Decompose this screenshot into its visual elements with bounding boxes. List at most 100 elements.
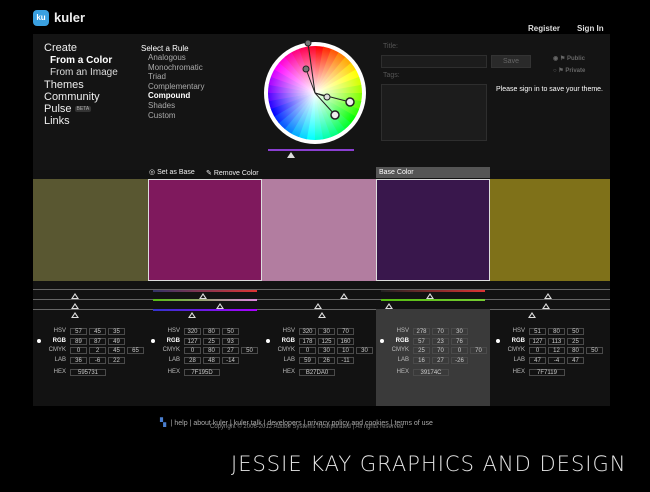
hsv-field[interactable]: 50 bbox=[567, 328, 584, 335]
rule-item[interactable]: Analogous bbox=[148, 53, 186, 62]
rgb-field[interactable]: 93 bbox=[222, 338, 239, 345]
hsv-field[interactable]: 50 bbox=[222, 328, 239, 335]
rgb-field[interactable]: 57 bbox=[413, 338, 430, 345]
signin-link[interactable]: Sign In bbox=[577, 24, 604, 33]
slider-thumb[interactable] bbox=[544, 293, 552, 299]
nav-create[interactable]: Create bbox=[44, 42, 77, 54]
nav-from-image[interactable]: From an Image bbox=[50, 67, 118, 78]
hsv-field[interactable]: 35 bbox=[108, 328, 125, 335]
cmyk-field[interactable]: 30 bbox=[318, 347, 335, 354]
slider-thumb[interactable] bbox=[71, 312, 79, 318]
rule-item[interactable]: Triad bbox=[148, 72, 166, 81]
color-wheel[interactable] bbox=[262, 40, 368, 158]
hsv-field[interactable]: 51 bbox=[529, 328, 546, 335]
rule-item[interactable]: Complementary bbox=[148, 82, 204, 91]
lab-field[interactable]: -4 bbox=[548, 357, 565, 364]
cmyk-field[interactable]: 0 bbox=[70, 347, 87, 354]
green-slider[interactable] bbox=[381, 299, 485, 301]
blue-slider[interactable] bbox=[153, 309, 257, 311]
nav-themes[interactable]: Themes bbox=[44, 79, 84, 91]
hex-field[interactable]: 595731 bbox=[70, 369, 106, 376]
lab-field[interactable]: 26 bbox=[318, 357, 335, 364]
hsv-field[interactable]: 45 bbox=[89, 328, 106, 335]
cmyk-field[interactable]: 30 bbox=[356, 347, 373, 354]
rgb-field[interactable]: 127 bbox=[184, 338, 201, 345]
lab-field[interactable]: 22 bbox=[108, 357, 125, 364]
red-slider[interactable] bbox=[381, 290, 485, 292]
rule-item[interactable]: Shades bbox=[148, 101, 175, 110]
cmyk-field[interactable]: 12 bbox=[548, 347, 565, 354]
hex-field[interactable]: 39174C bbox=[413, 369, 449, 376]
hsv-field[interactable]: 57 bbox=[70, 328, 87, 335]
slider-thumb[interactable] bbox=[318, 312, 326, 318]
cmyk-field[interactable]: 70 bbox=[432, 347, 449, 354]
red-slider[interactable] bbox=[153, 290, 257, 292]
slider-thumb[interactable] bbox=[199, 293, 207, 299]
rgb-selected-dot[interactable] bbox=[380, 339, 384, 343]
cmyk-field[interactable]: 0 bbox=[299, 347, 316, 354]
wheel-handle[interactable] bbox=[304, 40, 312, 47]
slider-thumb[interactable] bbox=[314, 303, 322, 309]
nav-pulse[interactable]: Pulse BETA bbox=[44, 103, 92, 115]
cmyk-field[interactable]: 45 bbox=[108, 347, 125, 354]
rule-item[interactable]: Custom bbox=[148, 111, 176, 120]
slider-track[interactable] bbox=[33, 289, 610, 290]
slider-thumb[interactable] bbox=[426, 293, 434, 299]
lab-field[interactable]: 47 bbox=[567, 357, 584, 364]
cmyk-field[interactable]: 80 bbox=[567, 347, 584, 354]
rgb-field[interactable]: 178 bbox=[299, 338, 316, 345]
nav-links[interactable]: Links bbox=[44, 115, 70, 127]
slider-thumb[interactable] bbox=[340, 293, 348, 299]
lab-field[interactable]: -6 bbox=[89, 357, 106, 364]
hsv-field[interactable]: 30 bbox=[451, 328, 468, 335]
wheel-handle[interactable] bbox=[345, 97, 355, 107]
lab-field[interactable]: -14 bbox=[222, 357, 239, 364]
slider-track[interactable] bbox=[33, 309, 610, 310]
rgb-field[interactable]: 23 bbox=[432, 338, 449, 345]
lab-field[interactable]: 28 bbox=[184, 357, 201, 364]
hsv-field[interactable]: 70 bbox=[432, 328, 449, 335]
title-input[interactable] bbox=[381, 55, 487, 68]
rgb-field[interactable]: 49 bbox=[108, 338, 125, 345]
cmyk-field[interactable]: 0 bbox=[529, 347, 546, 354]
color-swatch[interactable] bbox=[490, 179, 610, 281]
cmyk-field[interactable]: 27 bbox=[222, 347, 239, 354]
rgb-field[interactable]: 87 bbox=[89, 338, 106, 345]
hsv-field[interactable]: 278 bbox=[413, 328, 430, 335]
hsv-field[interactable]: 320 bbox=[299, 328, 316, 335]
set-base-button[interactable]: ◎ Set as Base bbox=[149, 168, 195, 176]
cmyk-field[interactable]: 10 bbox=[337, 347, 354, 354]
cmyk-field[interactable]: 0 bbox=[184, 347, 201, 354]
public-radio[interactable]: ◉ ⚑ Public bbox=[553, 55, 585, 62]
brightness-slider[interactable] bbox=[268, 149, 354, 151]
tags-input[interactable] bbox=[381, 84, 487, 141]
nav-community[interactable]: Community bbox=[44, 91, 100, 103]
register-link[interactable]: Register bbox=[528, 24, 560, 33]
slider-track[interactable] bbox=[33, 299, 610, 300]
rgb-field[interactable]: 25 bbox=[567, 338, 584, 345]
rgb-field[interactable]: 76 bbox=[451, 338, 468, 345]
rgb-selected-dot[interactable] bbox=[266, 339, 270, 343]
lab-field[interactable]: 59 bbox=[299, 357, 316, 364]
remove-color-button[interactable]: ✎ Remove Color bbox=[206, 169, 259, 177]
rgb-field[interactable]: 89 bbox=[70, 338, 87, 345]
lab-field[interactable]: 36 bbox=[70, 357, 87, 364]
cmyk-field[interactable]: 80 bbox=[203, 347, 220, 354]
wheel-handle[interactable] bbox=[323, 93, 331, 101]
rgb-field[interactable]: 160 bbox=[337, 338, 354, 345]
hex-field[interactable]: 7F195D bbox=[184, 369, 220, 376]
cmyk-field[interactable]: 2 bbox=[89, 347, 106, 354]
private-radio[interactable]: ○ ⚑ Private bbox=[553, 67, 585, 74]
cmyk-field[interactable]: 25 bbox=[413, 347, 430, 354]
lab-field[interactable]: 48 bbox=[203, 357, 220, 364]
nav-from-color[interactable]: From a Color bbox=[50, 55, 112, 66]
cmyk-field[interactable]: 65 bbox=[127, 347, 144, 354]
color-swatch[interactable] bbox=[376, 179, 490, 281]
hex-field[interactable]: 7F7119 bbox=[529, 369, 565, 376]
rgb-selected-dot[interactable] bbox=[496, 339, 500, 343]
lab-field[interactable]: -26 bbox=[451, 357, 468, 364]
hsv-field[interactable]: 80 bbox=[203, 328, 220, 335]
green-slider[interactable] bbox=[153, 299, 257, 301]
rgb-selected-dot[interactable] bbox=[37, 339, 41, 343]
hsv-field[interactable]: 30 bbox=[318, 328, 335, 335]
